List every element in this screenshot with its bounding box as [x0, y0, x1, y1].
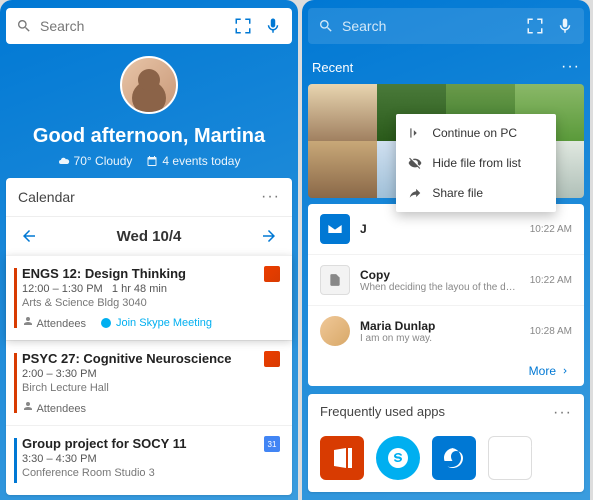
more-icon[interactable]: ···	[561, 58, 580, 76]
search-icon	[318, 18, 334, 34]
search-bar[interactable]: Search	[6, 8, 292, 44]
hide-file[interactable]: Hide file from list	[396, 148, 556, 178]
freq-apps-label: Frequently used apps	[320, 404, 445, 422]
calendar-icon: 31	[264, 436, 280, 452]
office-app-icon[interactable]	[320, 436, 364, 480]
hero: Good afternoon, Martina 70° Cloudy 4 eve…	[6, 52, 292, 178]
calendar-event[interactable]: ENGS 12: Design Thinking 12:00 – 1:30 PM…	[6, 255, 292, 340]
phone-right: Search Recent ··· Continue on PC Hide fi…	[302, 0, 590, 500]
watermark: www.frjam.com	[508, 439, 576, 450]
context-menu: Continue on PC Hide file from list Share…	[396, 114, 556, 212]
scan-icon[interactable]	[234, 17, 252, 35]
office-icon	[264, 266, 280, 282]
recent-list: J 10:22 AM CopyWhen deciding the layou o…	[308, 204, 584, 386]
search-icon	[16, 18, 32, 34]
mic-icon[interactable]	[556, 17, 574, 35]
outlook-icon	[320, 214, 350, 244]
calendar-event[interactable]: 31 Group project for SOCY 11 3:30 – 4:30…	[6, 425, 292, 495]
contact-avatar	[320, 316, 350, 346]
weather: 70° Cloudy	[58, 154, 133, 168]
more-icon[interactable]: ···	[553, 404, 572, 422]
phone-left: Search Good afternoon, Martina 70° Cloud…	[0, 0, 298, 500]
next-day[interactable]	[260, 227, 278, 245]
events-today: 4 events today	[146, 154, 240, 168]
calendar-card: Calendar ··· Wed 10/4 ENGS 12: Design Th…	[6, 178, 292, 495]
calendar-title: Calendar	[18, 189, 75, 205]
scan-icon[interactable]	[526, 17, 544, 35]
more-link[interactable]: More	[308, 356, 584, 386]
greeting: Good afternoon, Martina	[6, 125, 292, 148]
calendar-date: Wed 10/4	[117, 228, 182, 245]
recent-label: Recent	[312, 60, 353, 75]
attendees[interactable]: Attendees	[22, 315, 86, 330]
attendees[interactable]: Attendees	[22, 400, 86, 415]
office-icon	[264, 351, 280, 367]
avatar[interactable]	[120, 56, 178, 114]
skype-app-icon[interactable]	[376, 436, 420, 480]
calendar-event[interactable]: PSYC 27: Cognitive Neuroscience 2:00 – 3…	[6, 340, 292, 425]
continue-on-pc[interactable]: Continue on PC	[396, 118, 556, 148]
search-bar[interactable]: Search	[308, 8, 584, 44]
recent-item[interactable]: Maria DunlapI am on my way. 10:28 AM	[308, 305, 584, 356]
recent-item[interactable]: CopyWhen deciding the layou of the doc..…	[308, 254, 584, 305]
edge-app-icon[interactable]	[432, 436, 476, 480]
prev-day[interactable]	[20, 227, 38, 245]
search-placeholder: Search	[342, 18, 518, 34]
mic-icon[interactable]	[264, 17, 282, 35]
more-icon[interactable]: ···	[261, 188, 280, 206]
search-placeholder: Search	[40, 18, 226, 34]
share-file[interactable]: Share file	[396, 178, 556, 208]
document-icon	[320, 265, 350, 295]
join-skype[interactable]: Join Skype Meeting	[100, 317, 212, 329]
